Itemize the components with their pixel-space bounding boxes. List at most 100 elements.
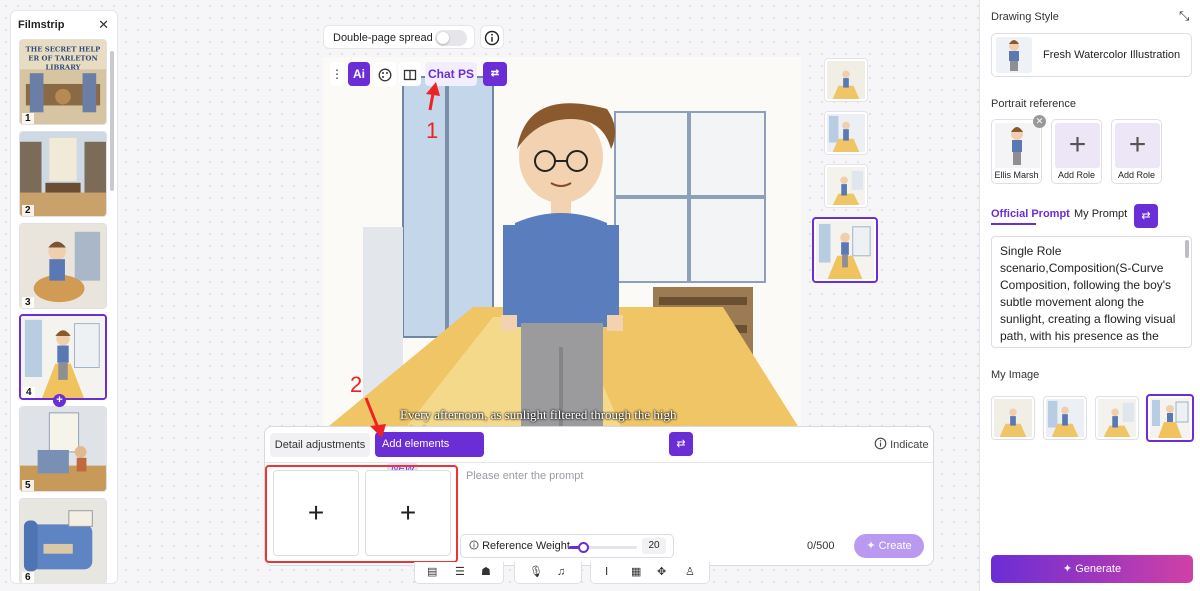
active-tab-indicator <box>991 223 1036 225</box>
portrait-reference-label: Portrait reference <box>991 98 1076 110</box>
page-6-image <box>20 499 106 583</box>
my-image-3[interactable] <box>1095 396 1139 440</box>
reference-weight-value[interactable]: 20 <box>642 538 666 554</box>
info-button[interactable] <box>480 25 504 49</box>
reference-weight-label: Reference Weight <box>469 540 570 552</box>
plus-icon: + <box>1055 123 1100 168</box>
drawing-style-label: Drawing Style <box>991 11 1059 23</box>
page-number: 5 <box>22 480 34 491</box>
double-page-spread-control: Double-page spread <box>323 25 475 49</box>
sparkle-icon: ✦ <box>866 540 876 552</box>
bubble-icon[interactable]: ☗ <box>481 562 491 582</box>
create-button[interactable]: ✦ Create <box>854 534 924 558</box>
prompt-scrollbar[interactable] <box>1185 240 1189 258</box>
generate-label: Generate <box>1075 563 1122 575</box>
generate-button[interactable]: ✦ Generate <box>991 555 1193 583</box>
panel-divider <box>265 462 933 463</box>
plus-icon: + <box>1115 123 1160 168</box>
side-image-thumb-3[interactable] <box>824 164 868 208</box>
double-page-spread-toggle[interactable] <box>435 30 467 46</box>
text-box-icon[interactable]: ▤ <box>427 562 437 582</box>
character-counter: 0/500 <box>807 540 835 552</box>
music-icon[interactable]: ♫ <box>557 562 565 582</box>
filmstrip-page-4[interactable]: 4 <box>19 314 107 400</box>
tab-official-prompt[interactable]: Official Prompt <box>991 208 1070 220</box>
element-slot-2[interactable]: + <box>365 470 451 556</box>
page-2-image <box>20 132 106 216</box>
tab-add-elements[interactable]: Add elementsNEW <box>375 432 484 477</box>
reference-weight-control: Reference Weight 20 <box>460 534 674 558</box>
add-role-label: Add Role <box>1117 170 1156 180</box>
drawing-style-card[interactable]: Fresh Watercolor Illustration <box>991 33 1192 77</box>
add-role-card-1[interactable]: + Add Role <box>1051 119 1102 184</box>
tab-detail-adjustments[interactable]: Detail adjustments <box>270 433 370 457</box>
reference-weight-slider[interactable] <box>569 542 637 553</box>
filmstrip-panel: Filmstrip ✕ THE SECRET HELP ER OF TARLET… <box>10 10 118 584</box>
microphone-icon[interactable]: 🎙 <box>529 562 543 582</box>
page-number: 6 <box>22 572 34 583</box>
person-icon[interactable]: ♙ <box>685 562 695 582</box>
add-role-label: Add Role <box>1057 170 1096 180</box>
page-4-image <box>21 316 105 398</box>
palette-icon[interactable] <box>374 62 396 86</box>
role-card-ellis-marsh[interactable]: Ellis Marsh <box>991 119 1042 184</box>
close-icon[interactable]: ✕ <box>98 17 109 33</box>
my-image-label: My Image <box>991 369 1040 381</box>
indicate-button[interactable]: Indicate <box>874 437 929 451</box>
translate-icon[interactable]: ⇄ <box>483 62 507 86</box>
tab-add-elements-label: Add elements <box>382 438 450 450</box>
style-thumbnail <box>996 37 1032 73</box>
svg-text:THE SECRET HELP: THE SECRET HELP <box>26 46 101 54</box>
more-vertical-icon[interactable]: ⋮ <box>330 62 344 86</box>
annotation-arrow-2 <box>364 397 386 438</box>
grid-icon[interactable]: ▦ <box>631 562 641 582</box>
page-3-image <box>20 224 106 308</box>
my-image-1[interactable] <box>991 396 1035 440</box>
svg-text:ER OF TARLETON: ER OF TARLETON <box>28 55 97 63</box>
annotation-label-1: 1 <box>426 118 439 143</box>
translate-icon[interactable]: ⇄ <box>1134 204 1158 228</box>
page-number: 1 <box>22 113 34 124</box>
double-page-spread-label: Double-page spread <box>333 32 433 44</box>
filmstrip-scrollbar[interactable] <box>110 51 114 191</box>
info-icon <box>874 437 887 450</box>
page-number: 4 <box>23 387 35 398</box>
tab-my-prompt[interactable]: My Prompt <box>1074 208 1127 220</box>
page-5-image <box>20 407 106 491</box>
official-prompt-text[interactable]: Single Role scenario,Composition(S-Curve… <box>991 236 1192 348</box>
element-slot-1[interactable]: + <box>273 470 359 556</box>
filmstrip-page-3[interactable]: 3 <box>19 223 107 309</box>
filmstrip-page-5[interactable]: 5 <box>19 406 107 492</box>
add-page-button[interactable]: + <box>53 394 66 407</box>
filmstrip-page-1[interactable]: THE SECRET HELP ER OF TARLETON LIBRARY 1 <box>19 39 107 125</box>
tool-group-1: ▤ ☰ ☗ <box>414 562 504 584</box>
side-image-thumb-2[interactable] <box>824 111 868 155</box>
role-name: Ellis Marsh <box>994 170 1039 180</box>
sparkle-icon: ✦ <box>1062 563 1073 575</box>
page-canvas[interactable] <box>323 57 801 431</box>
side-image-thumb-4-selected[interactable] <box>812 217 878 283</box>
translate-icon[interactable]: ⇄ <box>669 432 693 456</box>
info-icon <box>484 30 500 46</box>
element-prompt-input[interactable] <box>462 466 927 526</box>
page-number: 3 <box>22 297 34 308</box>
side-image-thumb-1[interactable] <box>824 58 868 102</box>
reference-weight-knob[interactable] <box>577 542 589 553</box>
info-icon <box>469 540 479 550</box>
page-illustration <box>323 57 801 431</box>
tool-group-2: 🎙 ♫ <box>514 562 582 584</box>
filmstrip-title: Filmstrip <box>18 19 65 31</box>
my-image-4-selected[interactable] <box>1146 394 1194 442</box>
align-icon[interactable]: ☰ <box>455 562 465 582</box>
my-image-2[interactable] <box>1043 396 1087 440</box>
ai-button[interactable]: Ai <box>348 62 370 86</box>
text-cursor-icon[interactable]: Ⅰ <box>605 562 608 582</box>
remove-role-icon[interactable]: ✕ <box>1033 115 1046 128</box>
filmstrip-page-2[interactable]: 2 <box>19 131 107 217</box>
add-role-card-2[interactable]: + Add Role <box>1111 119 1162 184</box>
svg-text:LIBRARY: LIBRARY <box>45 63 80 71</box>
move-icon[interactable]: ✥ <box>657 562 666 582</box>
filmstrip-page-6[interactable]: 6 <box>19 498 107 583</box>
collapse-icon[interactable]: ⤡ <box>1179 8 1189 24</box>
role-portrait <box>995 123 1040 168</box>
